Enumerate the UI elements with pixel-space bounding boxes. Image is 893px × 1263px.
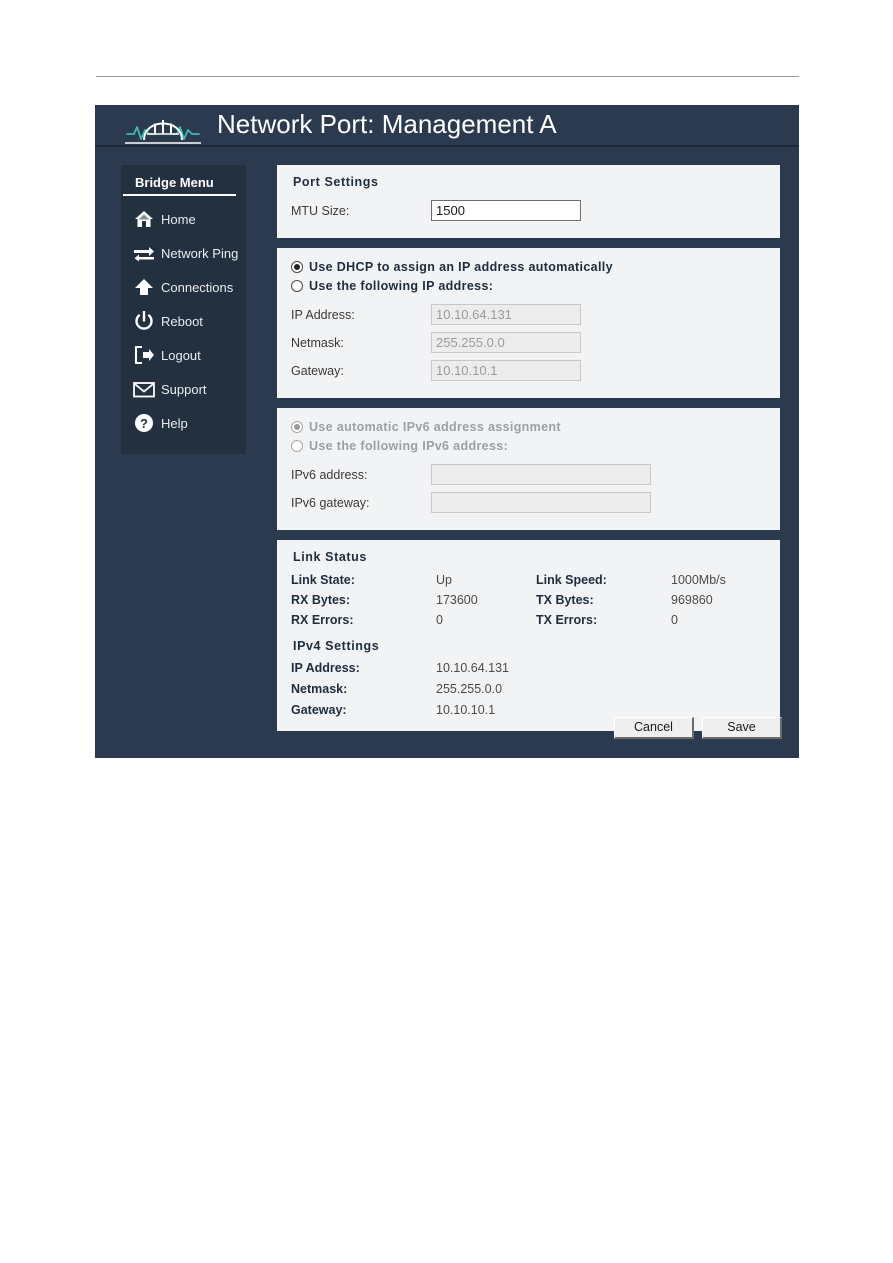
bridge-logo-icon bbox=[123, 108, 203, 146]
ipv6-address-input bbox=[431, 464, 651, 485]
up-arrow-icon bbox=[133, 276, 155, 298]
tx-errors-value: 0 bbox=[671, 613, 678, 627]
ipv4-static-radio[interactable] bbox=[291, 280, 303, 292]
sidebar-item-label: Network Ping bbox=[161, 245, 239, 261]
sidebar-item-help[interactable]: ? Help bbox=[121, 406, 246, 440]
ipv4-config-panel: Use DHCP to assign an IP address automat… bbox=[275, 246, 782, 400]
home-icon bbox=[133, 208, 155, 230]
ipv6-address-label: IPv6 address: bbox=[291, 467, 368, 482]
logout-icon bbox=[133, 344, 155, 366]
status-ip-value: 10.10.64.131 bbox=[436, 661, 509, 675]
link-state-value: Up bbox=[436, 573, 452, 587]
tx-errors-label: TX Errors: bbox=[536, 613, 598, 627]
ipv4-address-input bbox=[431, 304, 581, 325]
cancel-button[interactable]: Cancel bbox=[614, 717, 694, 739]
status-gateway-value: 10.10.10.1 bbox=[436, 703, 496, 717]
status-netmask-value: 255.255.0.0 bbox=[436, 682, 503, 696]
question-circle-icon: ? bbox=[133, 412, 155, 434]
link-speed-value: 1000Mb/s bbox=[671, 573, 726, 587]
ipv4-address-row: IP Address: bbox=[291, 302, 766, 327]
status-gateway-label: Gateway: bbox=[291, 703, 347, 717]
ipv4-netmask-label: Netmask: bbox=[291, 335, 344, 350]
tx-bytes-label: TX Bytes: bbox=[536, 593, 594, 607]
ipv6-auto-option[interactable]: Use automatic IPv6 address assignment bbox=[291, 418, 766, 436]
sidebar-item-label: Reboot bbox=[161, 313, 203, 329]
link-status-title: Link Status bbox=[293, 550, 367, 564]
ipv4-gateway-row: Gateway: bbox=[291, 358, 766, 383]
app-window: Network Port: Management A Bridge Menu H… bbox=[95, 105, 799, 758]
tx-bytes-value: 969860 bbox=[671, 593, 713, 607]
ipv4-netmask-row: Netmask: bbox=[291, 330, 766, 355]
document-rule bbox=[96, 76, 799, 77]
mtu-input[interactable] bbox=[431, 200, 581, 221]
content-area: Port Settings MTU Size: Use DHCP to assi… bbox=[275, 163, 782, 739]
ipv6-auto-radio[interactable] bbox=[291, 421, 303, 433]
ipv6-gateway-input bbox=[431, 492, 651, 513]
action-button-bar: Cancel Save bbox=[95, 717, 799, 739]
save-button[interactable]: Save bbox=[702, 717, 782, 739]
ipv6-static-label: Use the following IPv6 address: bbox=[309, 439, 509, 453]
sidebar-item-reboot[interactable]: Reboot bbox=[121, 304, 246, 338]
rx-errors-label: RX Errors: bbox=[291, 613, 354, 627]
page-title: Network Port: Management A bbox=[217, 109, 557, 139]
link-status-panel: Link Status Link State: Up Link Speed: 1… bbox=[275, 538, 782, 733]
sidebar-item-connections[interactable]: Connections bbox=[121, 270, 246, 304]
ipv4-gateway-input bbox=[431, 360, 581, 381]
sidebar-item-label: Home bbox=[161, 211, 196, 227]
link-status-grid: Link State: Up Link Speed: 1000Mb/s RX B… bbox=[291, 573, 766, 627]
port-settings-title: Port Settings bbox=[293, 175, 379, 189]
ipv4-settings-title: IPv4 Settings bbox=[293, 639, 380, 653]
sidebar-item-logout[interactable]: Logout bbox=[121, 338, 246, 372]
link-speed-label: Link Speed: bbox=[536, 573, 607, 587]
ipv4-dhcp-option[interactable]: Use DHCP to assign an IP address automat… bbox=[291, 258, 766, 276]
link-state-label: Link State: bbox=[291, 573, 355, 587]
svg-text:?: ? bbox=[140, 416, 148, 431]
mtu-label: MTU Size: bbox=[291, 203, 350, 218]
power-icon bbox=[133, 310, 155, 332]
ipv4-netmask-input bbox=[431, 332, 581, 353]
mtu-row: MTU Size: bbox=[291, 198, 766, 223]
envelope-icon bbox=[133, 378, 155, 400]
sidebar-item-label: Help bbox=[161, 415, 188, 431]
ipv6-auto-label: Use automatic IPv6 address assignment bbox=[309, 420, 561, 434]
ipv4-static-label: Use the following IP address: bbox=[309, 279, 494, 293]
page-root: manualshive.com Network Port: Management… bbox=[0, 0, 893, 1263]
sidebar-item-label: Support bbox=[161, 381, 207, 397]
rx-bytes-value: 173600 bbox=[436, 593, 478, 607]
sidebar-title: Bridge Menu bbox=[123, 175, 236, 196]
sidebar-item-support[interactable]: Support bbox=[121, 372, 246, 406]
ipv6-config-panel: Use automatic IPv6 address assignment Us… bbox=[275, 406, 782, 532]
sidebar-item-network-ping[interactable]: Network Ping bbox=[121, 236, 246, 270]
rx-bytes-label: RX Bytes: bbox=[291, 593, 351, 607]
ipv4-address-label: IP Address: bbox=[291, 307, 355, 322]
ipv6-gateway-label: IPv6 gateway: bbox=[291, 495, 370, 510]
sidebar-item-home[interactable]: Home bbox=[121, 202, 246, 236]
ipv6-gateway-row: IPv6 gateway: bbox=[291, 490, 766, 515]
ipv6-static-radio[interactable] bbox=[291, 440, 303, 452]
sidebar: Bridge Menu Home Network Ping Connection… bbox=[121, 165, 246, 454]
port-settings-panel: Port Settings MTU Size: bbox=[275, 163, 782, 240]
sidebar-item-label: Connections bbox=[161, 279, 234, 295]
status-ip-label: IP Address: bbox=[291, 661, 360, 675]
rx-errors-value: 0 bbox=[436, 613, 443, 627]
ipv6-static-option[interactable]: Use the following IPv6 address: bbox=[291, 437, 766, 455]
ipv6-address-row: IPv6 address: bbox=[291, 462, 766, 487]
sidebar-item-label: Logout bbox=[161, 347, 201, 363]
status-netmask-label: Netmask: bbox=[291, 682, 348, 696]
app-header: Network Port: Management A bbox=[95, 105, 799, 147]
exchange-arrows-icon bbox=[133, 242, 155, 264]
ipv4-settings-grid: IP Address: 10.10.64.131 Netmask: 255.25… bbox=[291, 661, 766, 717]
ipv4-dhcp-radio[interactable] bbox=[291, 261, 303, 273]
ipv4-gateway-label: Gateway: bbox=[291, 363, 344, 378]
ipv4-dhcp-label: Use DHCP to assign an IP address automat… bbox=[309, 260, 613, 274]
ipv4-static-option[interactable]: Use the following IP address: bbox=[291, 277, 766, 295]
